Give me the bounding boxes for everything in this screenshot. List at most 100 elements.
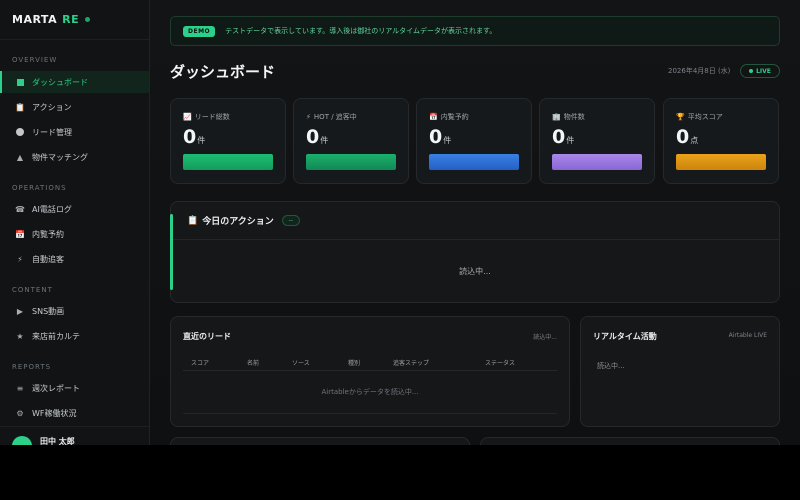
star-icon: ★ — [16, 331, 24, 341]
sidebar-item-label: AI電話ログ — [32, 204, 72, 214]
brand-name: MARTA — [12, 13, 58, 26]
section-title-content: CONTENT — [12, 286, 53, 294]
sidebar-item-sns-video[interactable]: ▶ SNS動画 — [0, 300, 149, 322]
sidebar-item-label: 内覧予約 — [32, 229, 64, 239]
user-profile[interactable]: 田中 太郎 — [0, 426, 149, 445]
stat-unit: 件 — [443, 136, 452, 145]
panel-status: 読込中... — [533, 334, 557, 341]
stat-bar — [429, 154, 519, 170]
app-window: MARTA RE OVERVIEW ダッシュボード 📋 アクション リード管理 … — [0, 0, 800, 445]
stat-unit: 件 — [197, 136, 206, 145]
live-label: LIVE — [756, 67, 771, 75]
sidebar-item-auto-followup[interactable]: ⚡ 自動追客 — [0, 248, 149, 270]
main-content: DEMO テストデータで表示しています。導入後は御社のリアルタイムデータが表示さ… — [150, 0, 800, 445]
column-header-name[interactable]: 名前 — [247, 358, 259, 367]
panel-title: 今日のアクション — [202, 217, 274, 227]
sidebar-item-leads[interactable]: リード管理 — [0, 121, 149, 143]
sidebar-item-label: 物件マッチング — [32, 152, 88, 162]
current-date: 2026年4月8日 (水) — [668, 67, 731, 75]
brand-status-dot — [85, 17, 91, 22]
brand-logo[interactable]: MARTA RE — [0, 0, 149, 40]
stat-value: 0 — [183, 126, 197, 148]
clipboard-icon: 📋 — [15, 102, 25, 112]
stat-label: リード総数 — [194, 113, 230, 121]
triangle-icon: ▲ — [16, 152, 24, 162]
sidebar-item-wf-status[interactable]: ⚙ WF稼働状況 — [0, 402, 149, 424]
column-header-type[interactable]: 種別 — [348, 358, 360, 367]
sidebar-item-ai-call-log[interactable]: ☎ AI電話ログ — [0, 198, 149, 220]
gear-icon: ⚙ — [16, 408, 24, 418]
circle-icon — [14, 128, 26, 136]
live-badge: LIVE — [740, 64, 780, 78]
bottom-panel-left — [170, 437, 470, 445]
sidebar-item-pre-visit-chart[interactable]: ★ 来店前カルテ — [0, 325, 149, 347]
panel-title: リアルタイム活動 — [593, 332, 657, 341]
column-header-score[interactable]: スコア — [191, 358, 209, 367]
stat-card-average-score[interactable]: 🏆 平均スコア 0点 — [663, 98, 779, 184]
user-name: 田中 太郎 — [40, 437, 75, 445]
demo-badge: DEMO — [183, 25, 216, 37]
square-icon — [14, 78, 26, 86]
list-icon: ≡ — [16, 383, 24, 393]
trophy-icon: 🏆 — [676, 113, 685, 121]
table-loading-message: Airtableからデータを読込中... — [321, 388, 419, 396]
column-header-followup-step[interactable]: 追客ステップ — [393, 358, 429, 367]
sidebar-item-label: 自動追客 — [32, 254, 64, 264]
sidebar-item-viewing-reservations[interactable]: 📅 内覧予約 — [0, 223, 149, 245]
recent-leads-panel: 直近のリード 読込中... スコア 名前 ソース 種別 追客ステップ ステータス… — [170, 316, 570, 427]
section-title-overview: OVERVIEW — [12, 56, 58, 64]
sidebar: MARTA RE OVERVIEW ダッシュボード 📋 アクション リード管理 … — [0, 0, 150, 445]
chart-icon: 📈 — [183, 113, 192, 121]
stat-label: HOT / 追客中 — [313, 113, 357, 121]
realtime-activity-panel: リアルタイム活動 Airtable LIVE 読込中... — [580, 316, 780, 427]
stat-value: 0 — [429, 126, 443, 148]
table-header: スコア 名前 ソース 種別 追客ステップ ステータス — [183, 355, 557, 371]
page-title: ダッシュボード — [170, 63, 276, 81]
lightning-icon: ⚡ — [306, 113, 311, 121]
stat-label: 物件数 — [563, 113, 585, 121]
live-dot-icon — [749, 69, 754, 73]
loading-text: 読込中... — [459, 267, 491, 276]
action-count-badge: -- — [281, 215, 300, 226]
stat-card-hot-followup[interactable]: ⚡ HOT / 追客中 0件 — [293, 98, 409, 184]
stat-bar — [676, 154, 766, 170]
stat-value: 0 — [306, 126, 320, 148]
sidebar-item-weekly-report[interactable]: ≡ 週次レポート — [0, 377, 149, 399]
stat-value: 0 — [552, 126, 566, 148]
calendar-icon: 📅 — [429, 113, 438, 121]
section-title-operations: OPERATIONS — [12, 184, 67, 192]
demo-banner: DEMO テストデータで表示しています。導入後は御社のリアルタイムデータが表示さ… — [170, 16, 780, 46]
sidebar-item-label: WF稼働状況 — [32, 408, 77, 418]
stat-card-properties[interactable]: 🏢 物件数 0件 — [539, 98, 655, 184]
avatar — [12, 436, 32, 445]
sidebar-item-actions[interactable]: 📋 アクション — [0, 96, 149, 118]
stat-unit: 件 — [320, 136, 329, 145]
sidebar-item-property-matching[interactable]: ▲ 物件マッチング — [0, 146, 149, 168]
sidebar-item-label: SNS動画 — [32, 306, 65, 316]
sidebar-item-dashboard[interactable]: ダッシュボード — [0, 71, 149, 93]
lightning-icon: ⚡ — [17, 254, 23, 264]
stat-value: 0 — [676, 126, 690, 148]
stat-unit: 件 — [566, 136, 575, 145]
calendar-icon: 📅 — [15, 229, 25, 239]
demo-text: テストデータで表示しています。導入後は御社のリアルタイムデータが表示されます。 — [225, 27, 497, 35]
empty-area — [0, 445, 800, 500]
bottom-panel-right — [480, 437, 780, 445]
phone-icon: ☎ — [15, 204, 25, 214]
todays-actions-panel: 📋 今日のアクション -- 読込中... — [170, 201, 780, 303]
stat-label: 内覧予約 — [440, 113, 469, 121]
building-icon: 🏢 — [552, 113, 561, 121]
sidebar-item-label: 週次レポート — [32, 383, 80, 393]
stat-label: 平均スコア — [687, 113, 723, 121]
sidebar-item-label: ダッシュボード — [32, 77, 88, 87]
sidebar-item-label: 来店前カルテ — [32, 331, 80, 341]
stat-card-viewings[interactable]: 📅 内覧予約 0件 — [416, 98, 532, 184]
stat-bar — [183, 154, 273, 170]
column-header-status[interactable]: ステータス — [485, 358, 515, 367]
column-header-source[interactable]: ソース — [292, 358, 310, 367]
play-icon: ▶ — [16, 306, 24, 316]
table-divider — [183, 413, 557, 414]
panel-title: 直近のリード — [183, 332, 231, 341]
stat-card-total-leads[interactable]: 📈 リード総数 0件 — [170, 98, 286, 184]
stat-bar — [552, 154, 642, 170]
